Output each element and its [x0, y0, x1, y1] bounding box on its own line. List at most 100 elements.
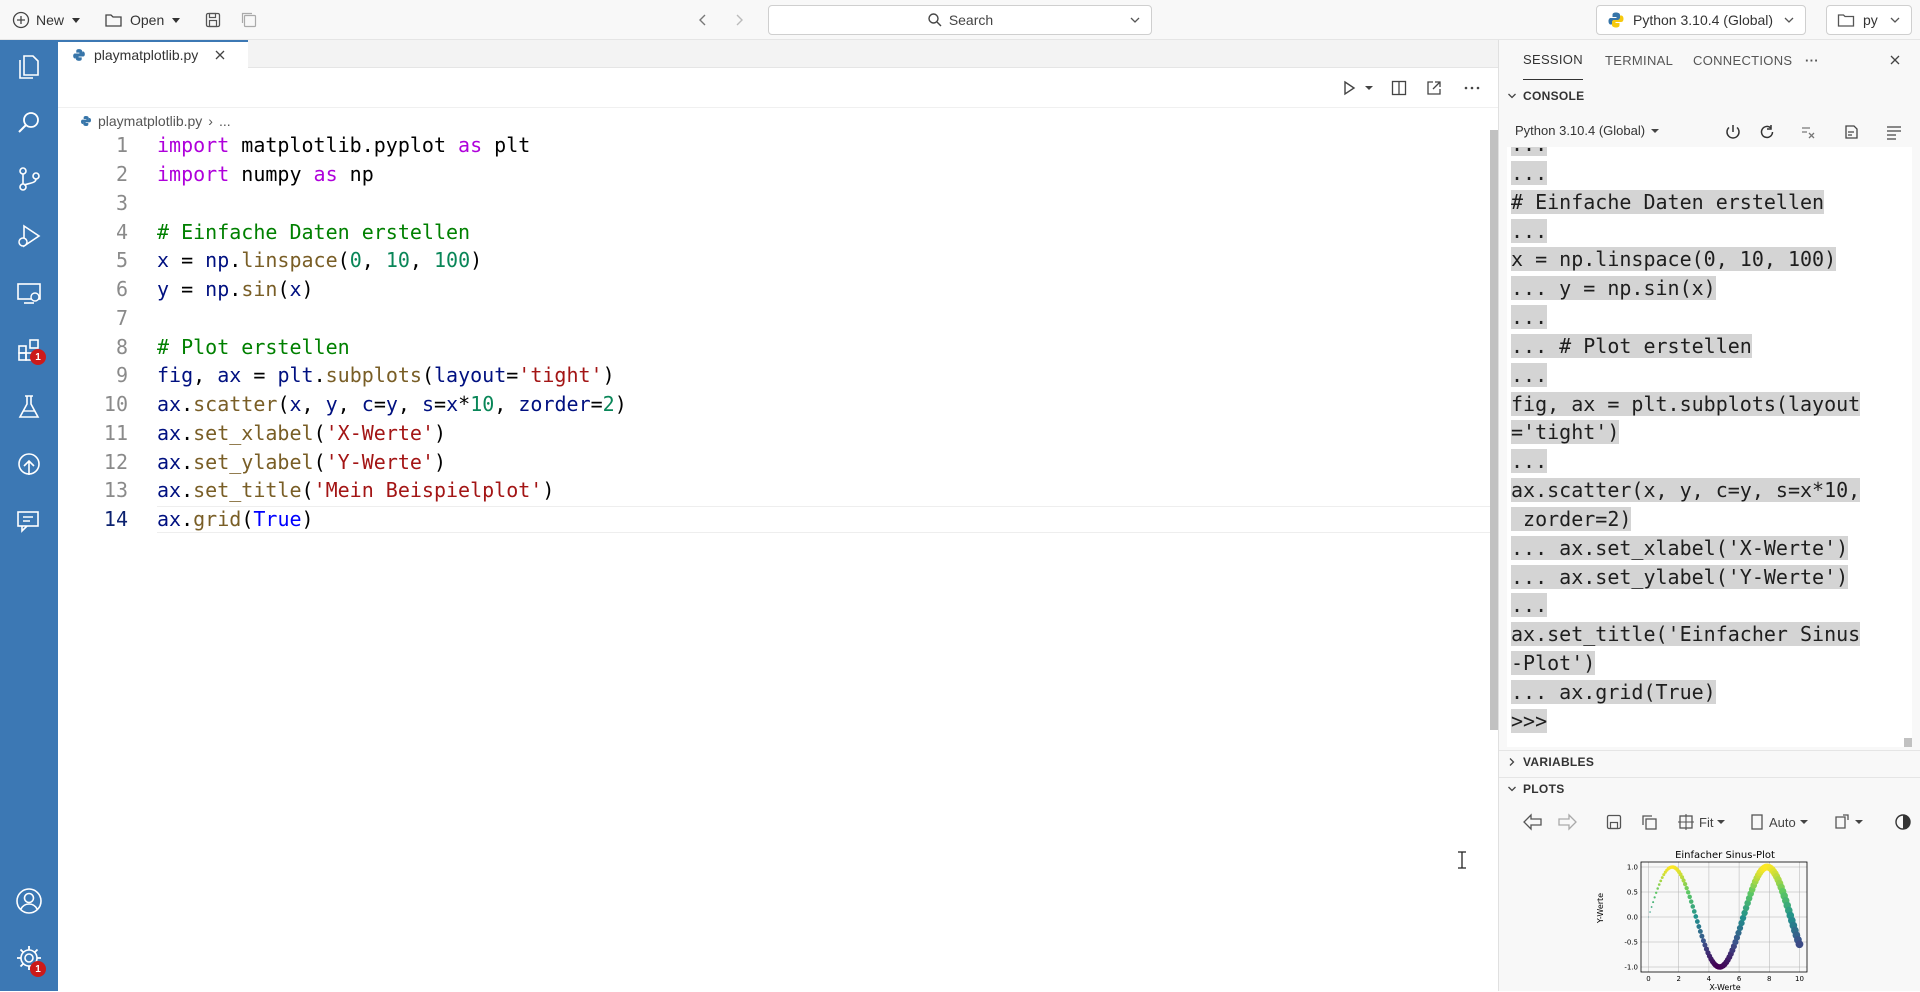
search-icon: [18, 112, 39, 133]
chevron-down-icon: [172, 17, 181, 23]
line-number-current: 14: [103, 507, 128, 531]
close-icon[interactable]: [1889, 54, 1901, 66]
plots-section-header[interactable]: PLOTS: [1499, 777, 1920, 799]
dark-mode-toggle-icon[interactable]: [1894, 813, 1912, 831]
copy-plot-icon[interactable]: [1640, 813, 1658, 831]
split-editor-icon[interactable]: [1390, 79, 1408, 97]
code-line-2[interactable]: import numpy as np: [157, 162, 374, 186]
console-header-label: CONSOLE: [1523, 89, 1585, 103]
accounts-button[interactable]: [14, 886, 44, 916]
code-line-14[interactable]: ax.grid(True): [157, 507, 314, 531]
code-line-12[interactable]: ax.set_ylabel('Y-Werte'): [157, 450, 446, 474]
plot-preview[interactable]: Einfacher Sinus-Plot X-Werte Y-Werte 024…: [1589, 842, 1829, 992]
folder-open-icon: [105, 14, 122, 27]
chart-point: [1648, 916, 1649, 918]
save-plot-icon[interactable]: [1605, 813, 1623, 831]
editor-scrollbar[interactable]: [1490, 130, 1498, 730]
open-button[interactable]: Open: [104, 8, 181, 32]
auto-selector[interactable]: Auto: [1749, 813, 1808, 831]
publish-icon: [18, 453, 40, 475]
extensions-button[interactable]: 1: [14, 335, 46, 365]
code-line-11[interactable]: ax.set_xlabel('X-Werte'): [157, 421, 446, 445]
chart-xtick-label: 4: [1707, 975, 1712, 983]
chart-point: [1685, 890, 1691, 895]
console-interpreter-selector[interactable]: Python 3.10.4 (Global): [1515, 123, 1660, 138]
power-icon[interactable]: [1724, 123, 1742, 141]
console-line: ...: [1511, 305, 1548, 329]
save-button[interactable]: [204, 8, 222, 32]
breadcrumb-more[interactable]: ...: [219, 113, 231, 129]
editor-tab-playmatplotlib[interactable]: playmatplotlib.py: [58, 40, 248, 68]
close-icon[interactable]: [214, 49, 226, 61]
python-file-icon: [81, 116, 91, 126]
clear-console-icon[interactable]: [1842, 123, 1860, 141]
code-line-10[interactable]: ax.scatter(x, y, c=y, s=x*10, zorder=2): [157, 392, 627, 416]
fit-selector[interactable]: Fit: [1677, 813, 1726, 831]
nav-back-button[interactable]: [696, 8, 710, 32]
chart-point: [1659, 879, 1663, 883]
code-line-9[interactable]: fig, ax = plt.subplots(layout='tight'): [157, 363, 615, 387]
plus-circle-icon: [12, 11, 30, 29]
variables-section-header[interactable]: VARIABLES: [1499, 750, 1920, 772]
code-line-6[interactable]: y = np.sin(x): [157, 277, 314, 301]
command-search-input[interactable]: Search: [768, 5, 1152, 35]
line-number: 1: [115, 133, 128, 157]
nav-forward-button[interactable]: [732, 8, 746, 32]
console-scrollbar[interactable]: [1904, 738, 1912, 747]
publish-button[interactable]: [14, 449, 44, 479]
word-wrap-icon[interactable]: [1885, 123, 1903, 141]
panel-more-button[interactable]: ···: [1805, 40, 1819, 80]
new-button[interactable]: New: [12, 8, 81, 32]
next-plot-icon[interactable]: [1557, 813, 1577, 831]
console-output[interactable]: ... ... # Einfache Daten erstellen ... x…: [1507, 147, 1912, 747]
interpreter-selector[interactable]: Python 3.10.4 (Global): [1596, 5, 1806, 35]
console-line: ...: [1511, 363, 1548, 387]
code-line-1[interactable]: import matplotlib.pyplot as plt: [157, 133, 530, 157]
remote-explorer-button[interactable]: [14, 278, 44, 308]
interrupt-icon[interactable]: [1799, 123, 1817, 141]
chart-point: [1697, 928, 1703, 934]
source-control-button[interactable]: [14, 164, 44, 194]
code-line-13[interactable]: ax.set_title('Mein Beispielplot'): [157, 478, 554, 502]
code-line-5[interactable]: x = np.linspace(0, 10, 100): [157, 248, 482, 272]
code-line-8[interactable]: # Plot erstellen: [157, 335, 350, 359]
new-label: New: [36, 12, 65, 28]
chart-ytick-label: 0.5: [1627, 889, 1638, 897]
chevron-down-icon: [1855, 820, 1863, 824]
breadcrumb-file[interactable]: playmatplotlib.py: [98, 113, 202, 129]
editor-toolbar: [58, 68, 1498, 108]
open-external-icon[interactable]: [1425, 79, 1443, 97]
manage-button[interactable]: 1: [14, 943, 46, 977]
chart-point: [1650, 906, 1653, 908]
previous-plot-icon[interactable]: [1523, 813, 1543, 831]
comments-button[interactable]: [14, 506, 44, 536]
line-number: 11: [103, 421, 128, 445]
extensions-badge: 1: [30, 349, 46, 365]
explorer-button[interactable]: [14, 51, 44, 81]
folder-selector[interactable]: py: [1826, 5, 1912, 35]
code-line-4[interactable]: # Einfache Daten erstellen: [157, 220, 470, 244]
tab-terminal[interactable]: TERMINAL: [1605, 40, 1673, 80]
console-line: x = np.linspace(0, 10, 100): [1511, 247, 1837, 271]
chart-xtick-label: 6: [1737, 975, 1742, 983]
chart-point: [1694, 919, 1700, 924]
run-icon[interactable]: [1340, 79, 1358, 97]
open-plot-menu[interactable]: [1833, 813, 1863, 831]
beaker-icon: [18, 395, 40, 418]
run-debug-button[interactable]: [14, 221, 44, 251]
more-actions-icon[interactable]: [1463, 79, 1481, 97]
console-section-header[interactable]: CONSOLE: [1499, 85, 1920, 107]
save-all-button[interactable]: [240, 8, 258, 32]
folder-label: py: [1863, 12, 1878, 28]
editor-tabs: playmatplotlib.py: [58, 40, 1498, 68]
testing-button[interactable]: [14, 392, 44, 422]
tab-session[interactable]: SESSION: [1523, 40, 1583, 80]
chevron-down-icon[interactable]: [1364, 83, 1374, 93]
search-placeholder: Search: [948, 12, 994, 28]
tab-connections[interactable]: CONNECTIONS: [1693, 40, 1792, 80]
comments-icon: [17, 511, 39, 533]
search-view-button[interactable]: [14, 108, 44, 138]
restart-icon[interactable]: [1758, 123, 1776, 141]
chart-point: [1653, 896, 1656, 899]
chart-points: [1648, 863, 1804, 970]
